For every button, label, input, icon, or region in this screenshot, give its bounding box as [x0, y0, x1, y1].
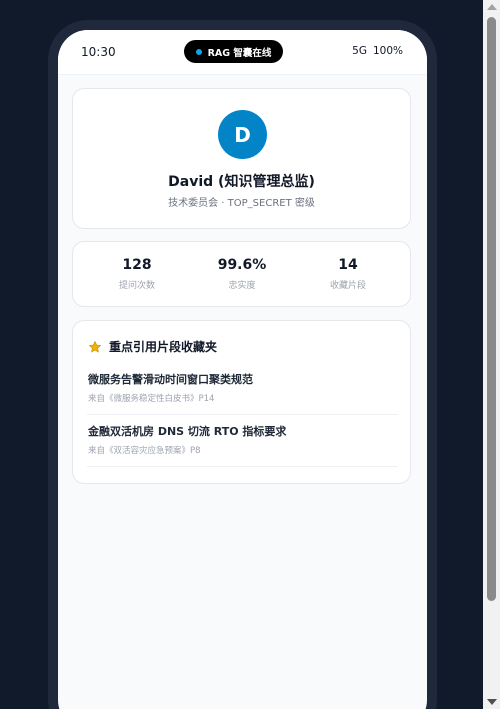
stat-value: 14	[338, 257, 358, 273]
profile-name: David (知识管理总监)	[168, 174, 315, 190]
stats-card: 128 提问次数 99.6% 忠实度 14 收藏片段	[72, 241, 411, 307]
favorite-item[interactable]: 微服务告警滑动时间窗口聚类规范 来自《微服务稳定性白皮书》P14	[87, 364, 398, 415]
stat-value: 128	[122, 257, 152, 273]
stat-faithfulness[interactable]: 99.6% 忠实度	[192, 257, 292, 291]
profile-card: D David (知识管理总监) 技术委员会 · TOP_SECRET 密级	[72, 88, 411, 229]
phone-screen: 10:30 RAG 智囊在线 5G 100% D David (知识管理总监) …	[58, 30, 427, 709]
favorite-item-source: 来自《微服务稳定性白皮书》P14	[88, 394, 215, 404]
favorites-card: 重点引用片段收藏夹 微服务告警滑动时间窗口聚类规范 来自《微服务稳定性白皮书》P…	[72, 320, 411, 484]
online-dot-icon	[195, 48, 202, 55]
stat-label: 忠实度	[228, 281, 256, 291]
rag-status-pill: RAG 智囊在线	[184, 40, 283, 63]
page-scrollbar[interactable]	[483, 0, 500, 709]
favorite-item[interactable]: 金融双活机房 DNS 切流 RTO 指标要求 来自《双活容灾应急预案》P8	[87, 416, 398, 467]
profile-subtitle: 技术委员会 · TOP_SECRET 密级	[168, 198, 315, 209]
stat-favorites[interactable]: 14 收藏片段	[298, 257, 398, 291]
avatar[interactable]: D	[218, 110, 267, 159]
stat-questions[interactable]: 128 提问次数	[87, 257, 187, 291]
scroll-down-arrow-icon[interactable]	[487, 699, 497, 705]
page: 10:30 RAG 智囊在线 5G 100% D David (知识管理总监) …	[0, 0, 500, 709]
rag-status-label: RAG 智囊在线	[207, 47, 272, 59]
favorites-header: 重点引用片段收藏夹	[88, 338, 217, 355]
favorites-title: 重点引用片段收藏夹	[109, 340, 218, 354]
battery-indicator: 100%	[372, 45, 403, 57]
scroll-up-arrow-icon[interactable]	[487, 4, 497, 10]
stat-label: 提问次数	[118, 281, 155, 291]
favorite-item-title: 微服务告警滑动时间窗口聚类规范	[88, 373, 253, 386]
star-icon	[88, 340, 102, 353]
favorite-item-title: 金融双活机房 DNS 切流 RTO 指标要求	[88, 425, 287, 438]
stat-value: 99.6%	[217, 257, 267, 273]
status-bar: 10:30 RAG 智囊在线 5G 100%	[58, 30, 427, 75]
scrollbar-thumb[interactable]	[487, 17, 496, 601]
status-time: 10:30	[81, 45, 116, 59]
network-indicator: 5G	[352, 45, 367, 57]
favorite-item-source: 来自《双活容灾应急预案》P8	[88, 446, 201, 456]
stat-label: 收藏片段	[329, 281, 366, 291]
status-indicators: 5G 100%	[352, 45, 403, 57]
